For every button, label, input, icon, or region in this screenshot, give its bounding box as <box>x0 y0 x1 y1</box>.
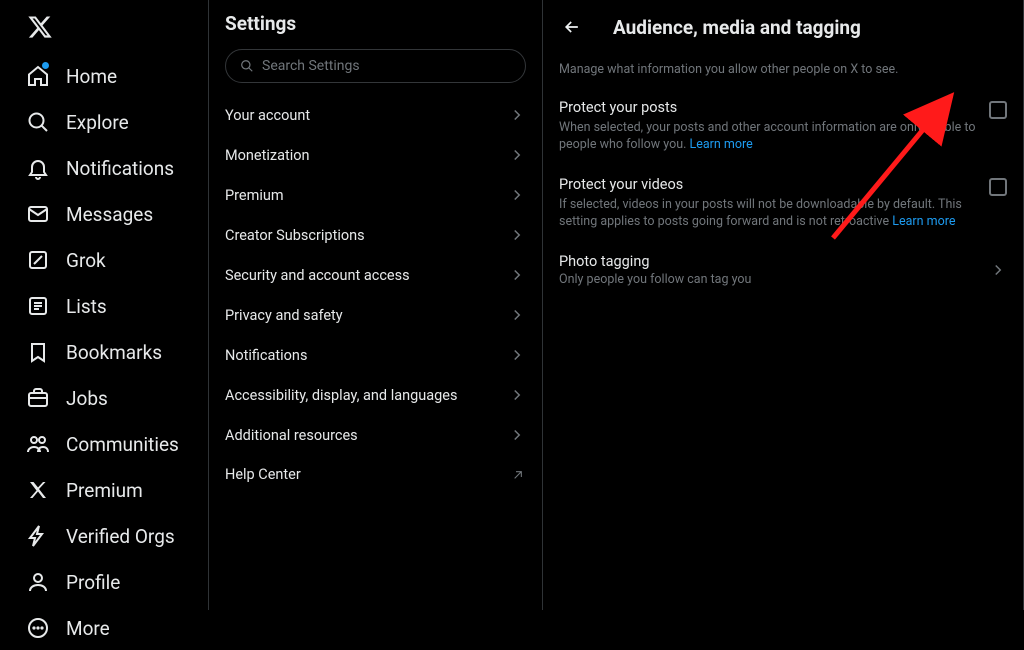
protect-posts-desc: When selected, your posts and other acco… <box>559 120 977 154</box>
chevron-right-icon <box>508 146 526 164</box>
settings-notifications[interactable]: Notifications <box>209 335 542 375</box>
settings-item-label: Help Center <box>225 466 301 483</box>
learn-more-link[interactable]: Learn more <box>892 214 955 229</box>
settings-additional-resources[interactable]: Additional resources <box>209 415 542 455</box>
settings-panel: Settings Search Settings Your account Mo… <box>208 0 543 610</box>
back-button[interactable] <box>555 10 589 44</box>
nav-label: More <box>66 617 110 640</box>
detail-subtitle: Manage what information you allow other … <box>543 54 1023 89</box>
learn-more-link[interactable]: Learn more <box>690 137 753 152</box>
chevron-right-icon <box>989 261 1007 279</box>
nav-jobs[interactable]: Jobs <box>12 376 208 420</box>
nav-label: Profile <box>66 571 120 594</box>
photo-tagging-row[interactable]: Photo tagging Only people you follow can… <box>543 243 1023 299</box>
nav-bookmarks[interactable]: Bookmarks <box>12 330 208 374</box>
settings-item-label: Privacy and safety <box>225 307 343 324</box>
nav-grok[interactable]: Grok <box>12 238 208 282</box>
settings-item-label: Accessibility, display, and languages <box>225 387 457 404</box>
settings-creator-subscriptions[interactable]: Creator Subscriptions <box>209 215 542 255</box>
settings-item-label: Additional resources <box>225 427 358 444</box>
nav-label: Premium <box>66 479 143 502</box>
photo-tagging-desc: Only people you follow can tag you <box>559 272 751 289</box>
nav-verified-orgs[interactable]: Verified Orgs <box>12 514 208 558</box>
settings-item-label: Premium <box>225 187 284 204</box>
settings-help-center[interactable]: Help Center <box>209 455 542 494</box>
protect-videos-title: Protect your videos <box>559 176 977 193</box>
settings-privacy-safety[interactable]: Privacy and safety <box>209 295 542 335</box>
detail-panel: Audience, media and tagging Manage what … <box>543 0 1024 610</box>
nav-label: Explore <box>66 111 129 134</box>
settings-item-label: Your account <box>225 107 310 124</box>
settings-item-label: Notifications <box>225 347 307 364</box>
nav-label: Messages <box>66 203 153 226</box>
chevron-right-icon <box>508 346 526 364</box>
settings-title: Settings <box>209 0 542 49</box>
protect-posts-setting: Protect your posts When selected, your p… <box>543 89 1023 166</box>
photo-tagging-title: Photo tagging <box>559 253 751 270</box>
nav-label: Jobs <box>66 387 108 410</box>
chevron-right-icon <box>508 426 526 444</box>
search-icon <box>240 59 254 73</box>
nav-label: Communities <box>66 433 179 456</box>
nav-label: Verified Orgs <box>66 525 175 548</box>
settings-monetization[interactable]: Monetization <box>209 135 542 175</box>
x-logo[interactable] <box>12 6 208 52</box>
chevron-right-icon <box>508 226 526 244</box>
protect-posts-title: Protect your posts <box>559 99 977 116</box>
chevron-right-icon <box>508 306 526 324</box>
nav-more[interactable]: More <box>12 606 208 650</box>
settings-item-label: Monetization <box>225 147 310 164</box>
settings-item-label: Creator Subscriptions <box>225 227 365 244</box>
nav-notifications[interactable]: Notifications <box>12 146 208 190</box>
settings-premium[interactable]: Premium <box>209 175 542 215</box>
protect-posts-checkbox[interactable] <box>989 101 1007 119</box>
settings-accessibility[interactable]: Accessibility, display, and languages <box>209 375 542 415</box>
chevron-right-icon <box>508 266 526 284</box>
nav-label: Home <box>66 65 117 88</box>
chevron-right-icon <box>508 386 526 404</box>
settings-item-label: Security and account access <box>225 267 410 284</box>
detail-title: Audience, media and tagging <box>613 16 861 39</box>
nav-explore[interactable]: Explore <box>12 100 208 144</box>
nav-label: Lists <box>66 295 107 318</box>
nav-label: Grok <box>66 249 106 272</box>
nav-home[interactable]: Home <box>12 54 208 98</box>
protect-videos-checkbox[interactable] <box>989 178 1007 196</box>
external-link-icon <box>510 467 526 483</box>
search-placeholder: Search Settings <box>262 58 360 74</box>
protect-videos-setting: Protect your videos If selected, videos … <box>543 166 1023 243</box>
chevron-right-icon <box>508 186 526 204</box>
nav-profile[interactable]: Profile <box>12 560 208 604</box>
chevron-right-icon <box>508 106 526 124</box>
nav-communities[interactable]: Communities <box>12 422 208 466</box>
settings-security-access[interactable]: Security and account access <box>209 255 542 295</box>
arrow-left-icon <box>562 17 582 37</box>
nav-label: Bookmarks <box>66 341 162 364</box>
protect-videos-desc: If selected, videos in your posts will n… <box>559 197 977 231</box>
notification-dot-icon <box>42 62 49 69</box>
nav-premium[interactable]: Premium <box>12 468 208 512</box>
nav-label: Notifications <box>66 157 174 180</box>
settings-your-account[interactable]: Your account <box>209 95 542 135</box>
settings-search-input[interactable]: Search Settings <box>225 49 526 83</box>
nav-messages[interactable]: Messages <box>12 192 208 236</box>
primary-nav: Home Explore Notifications Messages Grok… <box>0 0 208 610</box>
nav-lists[interactable]: Lists <box>12 284 208 328</box>
